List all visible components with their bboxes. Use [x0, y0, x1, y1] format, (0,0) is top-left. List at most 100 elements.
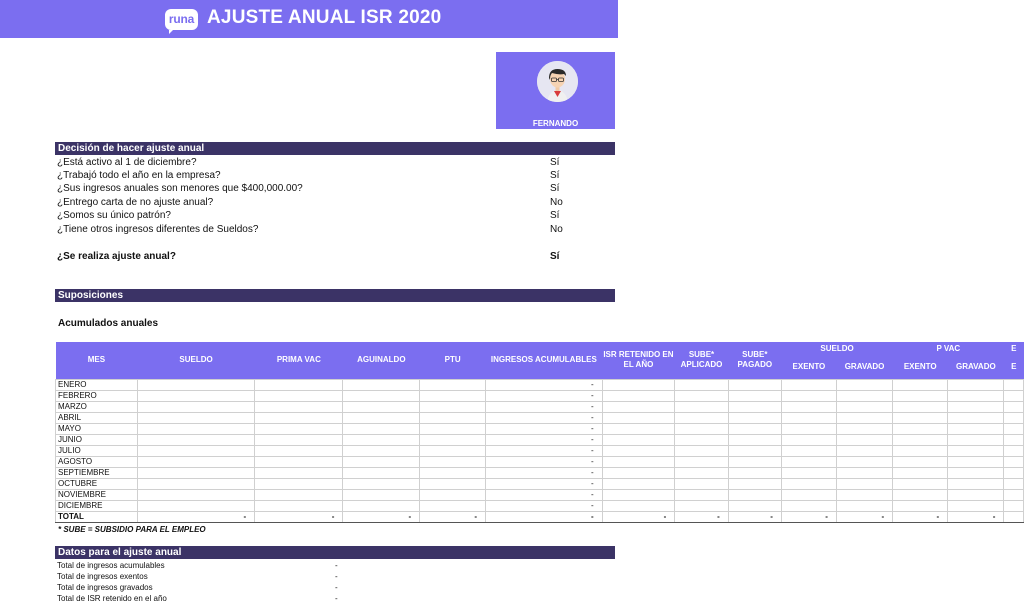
value-cell[interactable] — [835, 466, 894, 479]
value-cell[interactable] — [1003, 444, 1024, 457]
value-cell[interactable] — [674, 422, 729, 435]
value-cell[interactable] — [601, 499, 676, 512]
value-cell[interactable] — [892, 477, 949, 490]
value-cell[interactable] — [892, 466, 949, 479]
value-cell[interactable] — [835, 411, 894, 424]
value-cell[interactable] — [674, 499, 729, 512]
month-cell[interactable]: ABRIL — [55, 411, 138, 424]
value-cell[interactable] — [136, 455, 256, 468]
value-cell[interactable] — [601, 455, 676, 468]
value-cell[interactable] — [254, 411, 344, 424]
value-cell[interactable] — [947, 466, 1005, 479]
value-cell[interactable] — [136, 444, 256, 457]
question-answer[interactable]: Sí — [550, 209, 570, 222]
value-cell[interactable] — [835, 378, 894, 391]
ingresos-acumulables-cell[interactable]: - — [485, 488, 603, 501]
value-cell[interactable] — [1003, 466, 1024, 479]
value-cell[interactable] — [835, 433, 894, 446]
value-cell[interactable] — [136, 433, 256, 446]
value-cell[interactable] — [835, 455, 894, 468]
value-cell[interactable] — [1003, 422, 1024, 435]
value-cell[interactable] — [1003, 455, 1024, 468]
value-cell[interactable] — [835, 400, 894, 413]
value-cell[interactable] — [892, 411, 949, 424]
value-cell[interactable] — [947, 455, 1005, 468]
value-cell[interactable] — [419, 411, 487, 424]
value-cell[interactable] — [947, 389, 1005, 402]
value-cell[interactable] — [1003, 499, 1024, 512]
value-cell[interactable] — [727, 455, 782, 468]
value-cell[interactable] — [601, 389, 676, 402]
month-cell[interactable]: NOVIEMBRE — [55, 488, 138, 501]
value-cell[interactable] — [674, 378, 729, 391]
month-cell[interactable]: JUNIO — [55, 433, 138, 446]
value-cell[interactable] — [727, 433, 782, 446]
value-cell[interactable] — [835, 444, 894, 457]
value-cell[interactable] — [342, 466, 421, 479]
value-cell[interactable] — [727, 488, 782, 501]
value-cell[interactable] — [780, 488, 837, 501]
month-cell[interactable]: MAYO — [55, 422, 138, 435]
value-cell[interactable] — [780, 411, 837, 424]
value-cell[interactable] — [892, 455, 949, 468]
value-cell[interactable] — [342, 488, 421, 501]
value-cell[interactable] — [780, 422, 837, 435]
value-cell[interactable] — [947, 444, 1005, 457]
value-cell[interactable] — [601, 488, 676, 501]
ingresos-acumulables-cell[interactable]: - — [485, 378, 603, 391]
question-answer[interactable]: Sí — [550, 156, 570, 169]
value-cell[interactable] — [892, 378, 949, 391]
ingresos-acumulables-cell[interactable]: - — [485, 422, 603, 435]
value-cell[interactable] — [674, 488, 729, 501]
value-cell[interactable] — [254, 389, 344, 402]
value-cell[interactable] — [780, 433, 837, 446]
value-cell[interactable] — [136, 466, 256, 479]
value-cell[interactable] — [727, 466, 782, 479]
ingresos-acumulables-cell[interactable]: - — [485, 389, 603, 402]
value-cell[interactable] — [136, 477, 256, 490]
ingresos-acumulables-cell[interactable]: - — [485, 444, 603, 457]
value-cell[interactable] — [601, 444, 676, 457]
value-cell[interactable] — [136, 488, 256, 501]
ingresos-acumulables-cell[interactable]: - — [485, 466, 603, 479]
value-cell[interactable] — [835, 499, 894, 512]
value-cell[interactable] — [342, 477, 421, 490]
value-cell[interactable] — [419, 499, 487, 512]
value-cell[interactable] — [780, 455, 837, 468]
value-cell[interactable] — [947, 378, 1005, 391]
value-cell[interactable] — [419, 455, 487, 468]
value-cell[interactable] — [727, 400, 782, 413]
value-cell[interactable] — [601, 477, 676, 490]
value-cell[interactable] — [780, 389, 837, 402]
value-cell[interactable] — [892, 422, 949, 435]
value-cell[interactable] — [727, 444, 782, 457]
value-cell[interactable] — [419, 378, 487, 391]
ingresos-acumulables-cell[interactable]: - — [485, 400, 603, 413]
value-cell[interactable] — [892, 389, 949, 402]
value-cell[interactable] — [835, 477, 894, 490]
value-cell[interactable] — [254, 466, 344, 479]
value-cell[interactable] — [136, 400, 256, 413]
question-answer[interactable]: Sí — [550, 169, 570, 182]
value-cell[interactable] — [254, 499, 344, 512]
month-cell[interactable]: FEBRERO — [55, 389, 138, 402]
month-cell[interactable]: ENERO — [55, 378, 138, 391]
value-cell[interactable] — [727, 378, 782, 391]
value-cell[interactable] — [947, 422, 1005, 435]
value-cell[interactable] — [727, 422, 782, 435]
month-cell[interactable]: JULIO — [55, 444, 138, 457]
value-cell[interactable] — [601, 433, 676, 446]
value-cell[interactable] — [342, 422, 421, 435]
month-cell[interactable]: OCTUBRE — [55, 477, 138, 490]
value-cell[interactable] — [674, 466, 729, 479]
value-cell[interactable] — [136, 499, 256, 512]
value-cell[interactable] — [254, 455, 344, 468]
value-cell[interactable] — [780, 499, 837, 512]
value-cell[interactable] — [254, 488, 344, 501]
value-cell[interactable] — [780, 466, 837, 479]
value-cell[interactable] — [419, 433, 487, 446]
value-cell[interactable] — [342, 400, 421, 413]
value-cell[interactable] — [136, 389, 256, 402]
value-cell[interactable] — [419, 488, 487, 501]
value-cell[interactable] — [1003, 488, 1024, 501]
